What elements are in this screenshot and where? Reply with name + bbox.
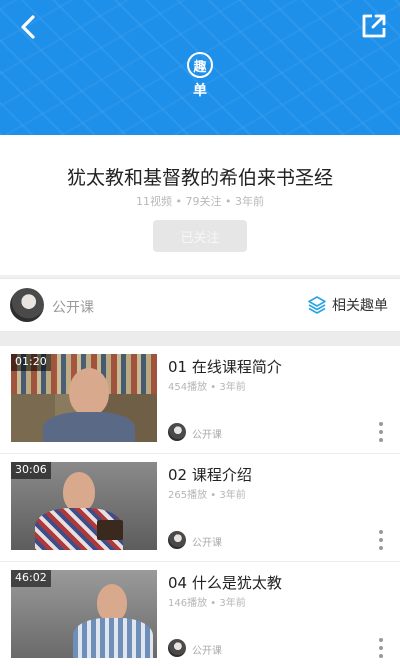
follow-button[interactable]: 已关注 — [153, 220, 247, 252]
uploader-name: 公开课 — [192, 430, 222, 441]
app-logo-icon: 趣 — [187, 52, 213, 78]
app-logo-label: 单 — [193, 83, 207, 99]
video-meta: 146播放 • 3年前 — [168, 598, 246, 609]
lecturer-head-image — [63, 472, 95, 512]
uploader-avatar — [168, 639, 186, 657]
video-thumbnail[interactable]: 46:02 — [11, 570, 157, 658]
layers-icon — [308, 296, 326, 314]
top-banner: 趣 单 — [0, 0, 400, 135]
video-meta: 454播放 • 3年前 — [168, 382, 246, 393]
video-duration: 30:06 — [11, 462, 51, 479]
uploader-name: 公开课 — [192, 646, 222, 657]
lecturer-body-image — [43, 412, 135, 442]
more-options-icon[interactable] — [376, 420, 386, 444]
video-title[interactable]: 02 课程介绍 — [168, 464, 252, 485]
video-title[interactable]: 04 什么是犹太教 — [168, 572, 282, 593]
book-image — [97, 520, 123, 540]
video-duration: 46:02 — [11, 570, 51, 587]
video-title[interactable]: 01 在线课程简介 — [168, 356, 282, 377]
share-icon[interactable] — [360, 12, 388, 40]
video-thumbnail[interactable]: 30:06 — [11, 462, 157, 550]
author-row: 公开课 相关趣单 — [0, 278, 400, 332]
related-playlists-button[interactable]: 相关趣单 — [307, 295, 388, 315]
author-name[interactable]: 公开课 — [52, 297, 94, 317]
video-meta: 265播放 • 3年前 — [168, 490, 246, 501]
lecturer-head-image — [97, 584, 127, 622]
lecturer-head-image — [69, 368, 109, 416]
video-duration: 01:20 — [11, 354, 51, 371]
related-playlists-label: 相关趣单 — [332, 298, 388, 314]
video-thumbnail[interactable]: 01:20 — [11, 354, 157, 442]
back-icon[interactable] — [14, 12, 44, 42]
playlist-info: 犹太教和基督教的希伯来书圣经 11视频 • 79关注 • 3年前 已关注 — [0, 135, 400, 275]
uploader-name: 公开课 — [192, 538, 222, 549]
uploader-avatar — [168, 423, 186, 441]
lecturer-body-image — [73, 618, 153, 658]
more-options-icon[interactable] — [376, 528, 386, 552]
section-divider — [0, 332, 400, 346]
uploader-avatar — [168, 531, 186, 549]
author-avatar[interactable] — [10, 288, 44, 322]
playlist-title: 犹太教和基督教的希伯来书圣经 — [66, 167, 333, 189]
video-item[interactable]: 46:02 04 什么是犹太教 146播放 • 3年前 公开课 — [0, 562, 400, 666]
video-item[interactable]: 01:20 01 在线课程简介 454播放 • 3年前 公开课 — [0, 346, 400, 454]
video-item[interactable]: 30:06 02 课程介绍 265播放 • 3年前 公开课 — [0, 454, 400, 562]
playlist-meta: 11视频 • 79关注 • 3年前 — [136, 195, 264, 208]
more-options-icon[interactable] — [376, 636, 386, 660]
